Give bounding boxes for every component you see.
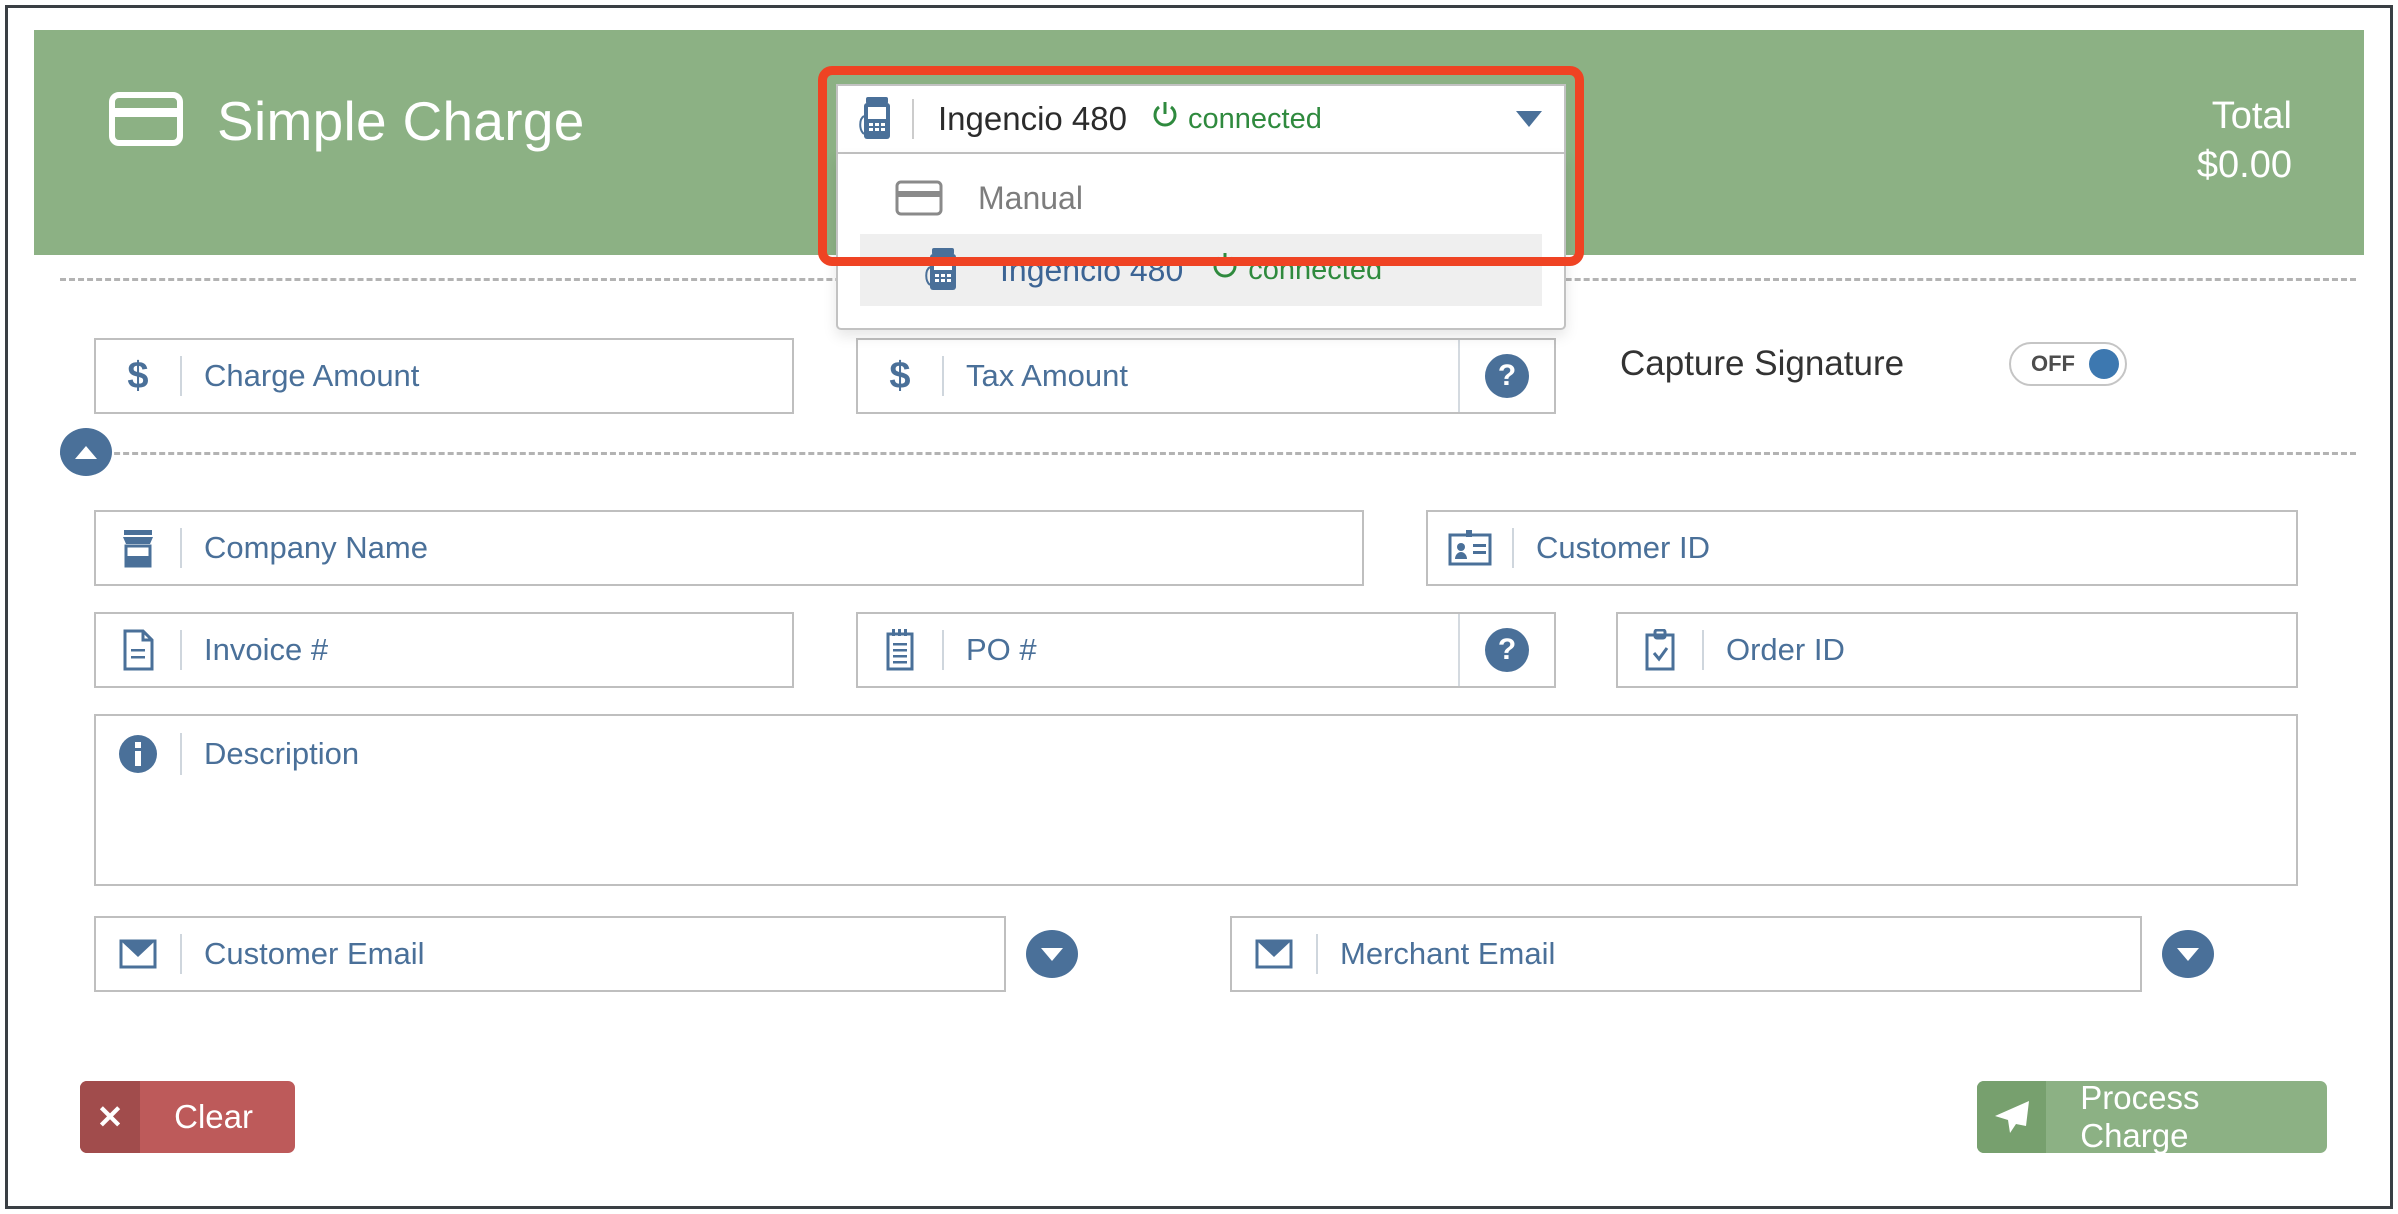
terminal-option-label: Ingencio 480	[1000, 251, 1184, 288]
toggle-state-label: OFF	[2031, 351, 2075, 376]
card-terminal-icon	[838, 96, 912, 142]
header-branding: Simple Charge	[109, 92, 585, 151]
app-frame: Simple Charge Total $0.00 $ Charge Amoun…	[5, 5, 2393, 1209]
company-name-input[interactable]	[182, 512, 1362, 584]
merchant-email-dropdown-button[interactable]	[2162, 930, 2214, 978]
terminal-option-status: connected	[1211, 252, 1382, 288]
chevron-down-icon	[2177, 947, 2199, 961]
customer-id-input[interactable]	[1514, 512, 2296, 584]
terminal-status-text: connected	[1188, 102, 1322, 135]
terminal-option-status-text: connected	[1248, 253, 1383, 286]
terminal-options-menu: Manual Ingencio 480 connected	[836, 154, 1566, 330]
po-number-input[interactable]	[944, 614, 1458, 686]
page-title: Simple Charge	[217, 90, 585, 152]
po-number-field[interactable]: ?	[856, 612, 1556, 688]
customer-email-input[interactable]	[182, 918, 1004, 990]
terminal-option-ingencio-480[interactable]: Ingencio 480 connected	[860, 234, 1542, 306]
description-input[interactable]	[182, 716, 2296, 792]
clipboard-check-icon	[1618, 614, 1702, 686]
envelope-icon	[96, 918, 180, 990]
charge-amount-field[interactable]: $	[94, 338, 794, 414]
total-block: Total $0.00	[2197, 92, 2292, 189]
terminal-selector-display[interactable]: Ingencio 480 connected	[836, 84, 1566, 154]
svg-text:$: $	[127, 355, 148, 397]
order-id-field[interactable]	[1616, 612, 2298, 688]
customer-email-dropdown-button[interactable]	[1026, 930, 1078, 978]
chevron-up-icon	[75, 445, 97, 459]
charge-amount-input[interactable]	[182, 340, 792, 412]
id-card-icon	[1428, 512, 1512, 584]
merchant-email-input[interactable]	[1318, 918, 2140, 990]
question-mark-icon[interactable]: ?	[1485, 628, 1529, 672]
clear-button[interactable]: ✕ Clear	[80, 1081, 295, 1153]
customer-email-field[interactable]	[94, 916, 1006, 992]
credit-card-icon	[109, 92, 183, 151]
process-charge-button[interactable]: Process Charge	[1977, 1081, 2327, 1153]
terminal-option-manual[interactable]: Manual	[838, 162, 1564, 234]
paper-plane-icon	[1977, 1081, 2047, 1153]
card-terminal-icon	[908, 247, 974, 293]
order-id-input[interactable]	[1704, 614, 2296, 686]
terminal-status-badge: connected	[1151, 101, 1322, 137]
storefront-icon	[96, 512, 180, 584]
clear-button-label: Clear	[174, 1098, 253, 1135]
invoice-number-input[interactable]	[182, 614, 792, 686]
toggle-knob	[2089, 349, 2119, 379]
app-window: Simple Charge Total $0.00 $ Charge Amoun…	[0, 0, 2398, 1214]
total-label: Total	[2211, 95, 2292, 137]
terminal-selected-label: Ingencio 480	[938, 100, 1127, 137]
capture-signature-toggle[interactable]: OFF	[2009, 342, 2127, 386]
x-icon: ✕	[80, 1081, 141, 1153]
collapse-section-toggle[interactable]	[60, 428, 112, 476]
tax-amount-input[interactable]	[944, 340, 1458, 412]
tax-amount-help[interactable]: ?	[1458, 340, 1554, 412]
invoice-number-field[interactable]	[94, 612, 794, 688]
total-value: $0.00	[2196, 143, 2292, 186]
invoice-document-icon	[96, 614, 180, 686]
chevron-down-icon	[1041, 947, 1063, 961]
chevron-down-icon[interactable]	[1516, 111, 1542, 127]
po-number-help[interactable]: ?	[1458, 614, 1554, 686]
company-name-field[interactable]	[94, 510, 1364, 586]
credit-card-icon	[886, 180, 952, 216]
customer-id-field[interactable]	[1426, 510, 2298, 586]
power-icon	[1211, 252, 1239, 288]
envelope-icon	[1232, 918, 1316, 990]
process-charge-label: Process Charge	[2080, 1081, 2200, 1153]
terminal-option-label: Manual	[978, 179, 1083, 216]
tax-amount-field[interactable]: $ ?	[856, 338, 1556, 414]
terminal-selector[interactable]: Ingencio 480 connected Manual Ingencio 4…	[836, 84, 1566, 330]
question-mark-icon[interactable]: ?	[1485, 354, 1529, 398]
divider-middle	[60, 452, 2356, 455]
merchant-email-field[interactable]	[1230, 916, 2142, 992]
description-field[interactable]	[94, 714, 2298, 886]
capture-signature-label: Capture Signature	[1620, 344, 1905, 383]
notepad-icon	[858, 614, 942, 686]
svg-text:$: $	[889, 355, 910, 397]
info-circle-icon	[96, 716, 180, 792]
power-icon	[1151, 101, 1179, 137]
dollar-sign-icon: $	[858, 340, 942, 412]
dollar-sign-icon: $	[96, 340, 180, 412]
